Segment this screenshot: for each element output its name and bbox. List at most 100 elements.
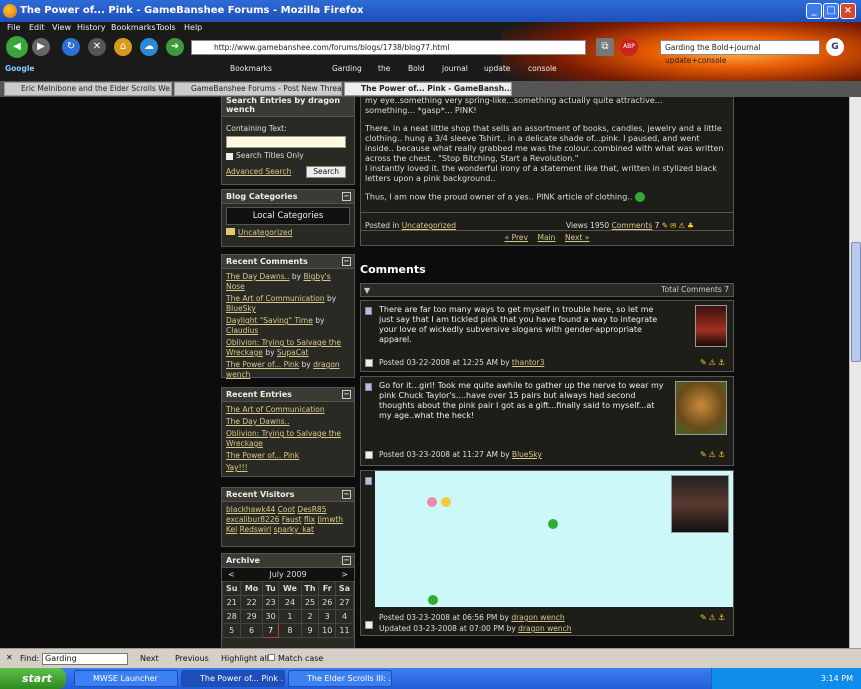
recent-entry-link[interactable]: The Power of... Pink <box>226 451 299 460</box>
google-toolbar-logo[interactable]: Google <box>5 64 35 73</box>
google-search-icon[interactable]: G <box>826 38 844 56</box>
comment-1-action-icons[interactable]: ✎⚠⚓ <box>700 358 727 368</box>
find-next-button[interactable]: Next <box>140 654 159 663</box>
bookmark-bold[interactable]: Bold <box>408 64 425 73</box>
calendar-day[interactable]: 7 <box>261 623 280 638</box>
next-link[interactable]: Next » <box>565 233 589 242</box>
task-elder-scrolls[interactable]: The Elder Scrolls III: ... <box>288 670 392 687</box>
advanced-search-link[interactable]: Advanced Search <box>226 167 291 176</box>
calendar-day[interactable]: 28 <box>221 609 242 624</box>
avatar-thantor3[interactable] <box>695 305 727 347</box>
sync-icon[interactable]: ☁ <box>140 38 158 56</box>
adblock-icon[interactable]: ABP <box>620 38 638 56</box>
recent-entry-link[interactable]: The Art of Communication <box>226 405 325 414</box>
calendar-day[interactable]: 8 <box>278 623 302 638</box>
recent-entry-link[interactable]: Oblivion: Trying to Salvage the Wreckage <box>226 429 341 448</box>
start-button[interactable]: start <box>0 668 66 689</box>
tab-power-of-pink[interactable]: The Power of... Pink - GameBansh... <box>344 82 512 96</box>
calendar-day[interactable]: 27 <box>334 595 355 610</box>
menu-view[interactable]: View <box>52 23 71 32</box>
menu-edit[interactable]: Edit <box>29 23 45 32</box>
comment-3-user[interactable]: dragon wench <box>511 613 564 622</box>
calendar-day[interactable]: 26 <box>318 595 336 610</box>
menu-bookmarks[interactable]: Bookmarks <box>111 23 156 32</box>
menu-file[interactable]: File <box>7 23 20 32</box>
reload-icon[interactable]: ↻ <box>62 38 80 56</box>
stop-icon[interactable]: ✕ <box>88 38 106 56</box>
avatar-dragon-wench[interactable] <box>671 475 729 533</box>
visitor-link[interactable]: blackhawk44 <box>226 505 275 514</box>
go-icon[interactable]: ➜ <box>166 38 184 56</box>
recent-entry-link[interactable]: The Day Dawns.. <box>226 417 289 426</box>
archive-prev-month[interactable]: < <box>228 570 235 579</box>
calendar-day[interactable]: 5 <box>221 623 242 638</box>
calendar-day[interactable]: 30 <box>261 609 280 624</box>
calendar-day[interactable]: 10 <box>318 623 336 638</box>
recent-comment-user-link[interactable]: Claudius <box>226 326 258 335</box>
menu-tools[interactable]: Tools <box>156 23 176 32</box>
collapse-comments-icon[interactable]: ▼ <box>364 285 370 297</box>
recent-comment-user-link[interactable]: SupaCat <box>277 348 309 357</box>
visitor-link[interactable]: flix <box>304 515 315 524</box>
avatar-bluesky[interactable] <box>675 381 727 435</box>
minimize-button[interactable]: _ <box>806 3 822 19</box>
collapse-toggle-icon[interactable]: − <box>342 390 351 399</box>
bookmark-update[interactable]: update <box>484 64 510 73</box>
visitor-link[interactable]: Coot <box>278 505 295 514</box>
search-input[interactable]: Garding the Bold+journal update+console <box>660 40 820 65</box>
post-action-icons[interactable]: ✎✉⚠♣ <box>662 221 696 230</box>
visitor-link[interactable]: Redswirl <box>240 525 272 534</box>
calendar-day[interactable]: 3 <box>318 609 336 624</box>
close-find-icon[interactable]: ✕ <box>6 653 13 662</box>
comment-2-user[interactable]: BlueSky <box>512 450 542 459</box>
url-input[interactable]: http://www.gamebanshee.com/forums/blogs/… <box>191 40 586 55</box>
calendar-day[interactable]: 4 <box>334 609 355 624</box>
recent-comment-title-link[interactable]: The Art of Communication <box>226 294 325 303</box>
calendar-day[interactable]: 29 <box>240 609 263 624</box>
maximize-button[interactable]: □ <box>823 3 839 19</box>
category-uncategorized-link[interactable]: Uncategorized <box>238 228 292 237</box>
clock[interactable]: 3:14 PM <box>821 674 853 683</box>
comment-select-checkbox[interactable] <box>365 621 373 629</box>
search-button[interactable]: Search <box>306 166 346 178</box>
visitor-link[interactable]: excalibur8226 <box>226 515 279 524</box>
home-icon[interactable]: ⌂ <box>114 38 132 56</box>
comment-select-checkbox[interactable] <box>365 359 373 367</box>
collapse-toggle-icon[interactable]: − <box>342 556 351 565</box>
calendar-day[interactable]: 24 <box>278 595 302 610</box>
page-icon[interactable]: ⧉ <box>596 38 614 56</box>
recent-comment-user-link[interactable]: BlueSky <box>226 304 256 313</box>
containing-text-input[interactable] <box>226 136 346 148</box>
post-comments-link[interactable]: Comments <box>612 221 653 230</box>
collapse-toggle-icon[interactable]: − <box>342 192 351 201</box>
post-category-link[interactable]: Uncategorized <box>402 221 456 230</box>
titles-only-checkbox[interactable] <box>226 152 233 160</box>
back-icon[interactable]: ◀ <box>6 36 28 58</box>
calendar-day[interactable]: 9 <box>300 623 320 638</box>
task-firefox[interactable]: The Power of... Pink ... <box>181 670 285 687</box>
calendar-day[interactable]: 23 <box>261 595 280 610</box>
bookmark-journal[interactable]: journal <box>442 64 468 73</box>
calendar-day[interactable]: 11 <box>334 623 355 638</box>
calendar-day[interactable]: 2 <box>300 609 320 624</box>
calendar-day[interactable]: 22 <box>240 595 263 610</box>
visitor-link[interactable]: DesR85 <box>297 505 326 514</box>
bookmarks-button[interactable]: Bookmarks <box>230 64 272 73</box>
scrollbar-thumb[interactable] <box>851 242 861 362</box>
comment-3-action-icons[interactable]: ✎⚠⚓ <box>700 613 727 623</box>
collapse-toggle-icon[interactable]: − <box>342 257 351 266</box>
visitor-link[interactable]: Faust <box>282 515 302 524</box>
archive-next-month[interactable]: > <box>341 570 348 579</box>
recent-comment-title-link[interactable]: The Power of... Pink <box>226 360 299 369</box>
comment-2-action-icons[interactable]: ✎⚠⚓ <box>700 450 727 460</box>
visitor-link[interactable]: Kel <box>226 525 237 534</box>
calendar-day[interactable]: 6 <box>240 623 263 638</box>
recent-comment-title-link[interactable]: The Day Dawns.. <box>226 272 289 281</box>
calendar-day[interactable]: 25 <box>300 595 320 610</box>
close-button[interactable]: × <box>840 3 856 19</box>
collapse-toggle-icon[interactable]: − <box>342 490 351 499</box>
comment-select-checkbox[interactable] <box>365 451 373 459</box>
window-title-bar[interactable]: The Power of... Pink - GameBanshee Forum… <box>0 0 861 22</box>
match-case-checkbox[interactable] <box>268 654 275 661</box>
page-scrollbar[interactable] <box>849 97 861 648</box>
